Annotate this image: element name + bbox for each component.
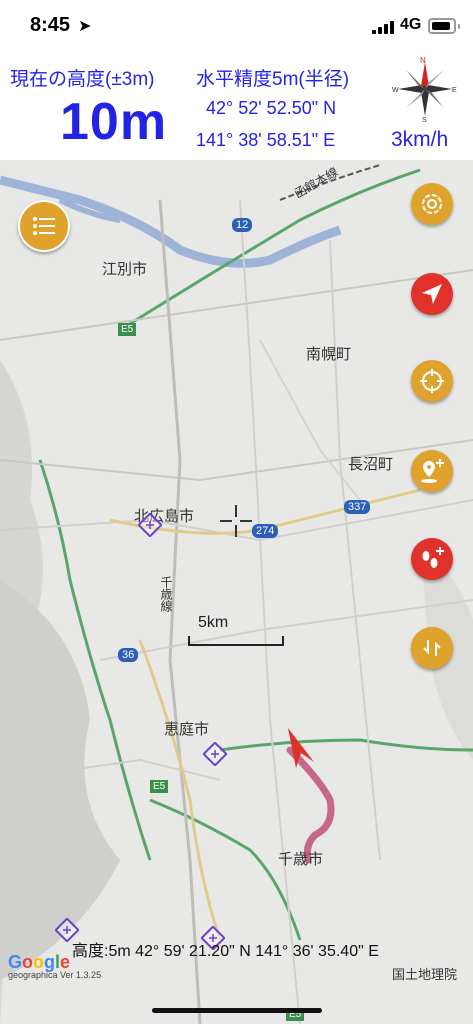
add-footprints-icon <box>422 547 444 568</box>
location-arrow-icon: ➤ <box>78 18 92 35</box>
route-button[interactable] <box>411 627 453 669</box>
signal-icon <box>372 20 396 34</box>
road-shield-e5: E5 <box>118 323 137 336</box>
map-center-crosshair-icon <box>220 505 252 537</box>
navigation-arrow-icon <box>422 284 442 304</box>
home-indicator[interactable] <box>152 1008 322 1013</box>
map-center-readout: 高度:5m 42° 59' 21.20" N 141° 36' 35.40" E <box>72 943 379 960</box>
map-view[interactable]: 江別市 南幌町 長沼町 北広島市 恵庭市 千歳市 函館本線 千歳線 12 274… <box>0 160 473 1024</box>
svg-text:W: W <box>392 87 399 94</box>
add-pin-icon <box>421 459 444 483</box>
road-shield-36: 36 <box>118 648 139 662</box>
road-shield-274: 274 <box>252 524 279 538</box>
map-pin-icon[interactable] <box>203 742 227 766</box>
status-bar: 8:45 ➤ 4G <box>0 0 473 52</box>
accuracy-label: 水平精度5m(半径) <box>196 69 350 90</box>
altitude-value: 10m <box>60 93 168 151</box>
network-type: 4G <box>400 16 422 33</box>
road-shield-e5: E5 <box>150 780 169 793</box>
place-label-ebetsu: 江別市 <box>102 261 148 278</box>
svg-text:S: S <box>422 117 427 122</box>
target-button[interactable] <box>411 360 453 402</box>
spiral-button[interactable] <box>411 183 453 225</box>
navigation-button[interactable] <box>411 273 453 315</box>
status-time: 8:45 <box>30 14 71 36</box>
latitude-value: 42° 52' 52.50" N <box>206 98 337 118</box>
info-panel: 現在の高度(±3m) 10m 水平精度5m(半径) 42° 52' 52.50"… <box>0 52 473 160</box>
add-pin-button[interactable] <box>411 450 453 492</box>
app-version: geographica Ver 1.3.25 <box>8 970 102 980</box>
map-scale-bar: 5km <box>188 610 284 650</box>
battery-icon <box>428 18 460 34</box>
map-attribution[interactable]: 国土地理院 <box>392 964 457 983</box>
compass-icon[interactable]: N W E S <box>392 56 458 122</box>
crosshair-target-icon <box>420 369 444 393</box>
place-label-naganuma: 長沼町 <box>348 456 394 473</box>
map-pin-icon[interactable] <box>138 513 162 537</box>
rail-label-chitose: 千歳線 <box>159 576 173 612</box>
speed-value: 3km/h <box>391 128 449 151</box>
svg-text:E: E <box>452 87 457 94</box>
scale-label: 5km <box>198 614 229 631</box>
menu-button[interactable] <box>18 200 70 252</box>
road-shield-12: 12 <box>232 218 253 232</box>
menu-icon <box>33 217 55 235</box>
current-location-arrow-icon <box>288 728 314 768</box>
longitude-value: 141° 38' 58.51" E <box>196 130 336 150</box>
altitude-label: 現在の高度(±3m) <box>10 69 155 90</box>
place-label-chitose: 千歳市 <box>278 851 324 868</box>
svg-text:N: N <box>420 56 426 65</box>
place-label-eniwa: 恵庭市 <box>164 721 210 738</box>
spiral-icon <box>422 194 442 214</box>
add-footprints-button[interactable] <box>411 538 453 580</box>
road-shield-337: 337 <box>344 500 371 514</box>
map-background <box>0 160 473 1024</box>
place-label-nanporo: 南幌町 <box>306 346 352 363</box>
route-icon <box>423 640 441 656</box>
